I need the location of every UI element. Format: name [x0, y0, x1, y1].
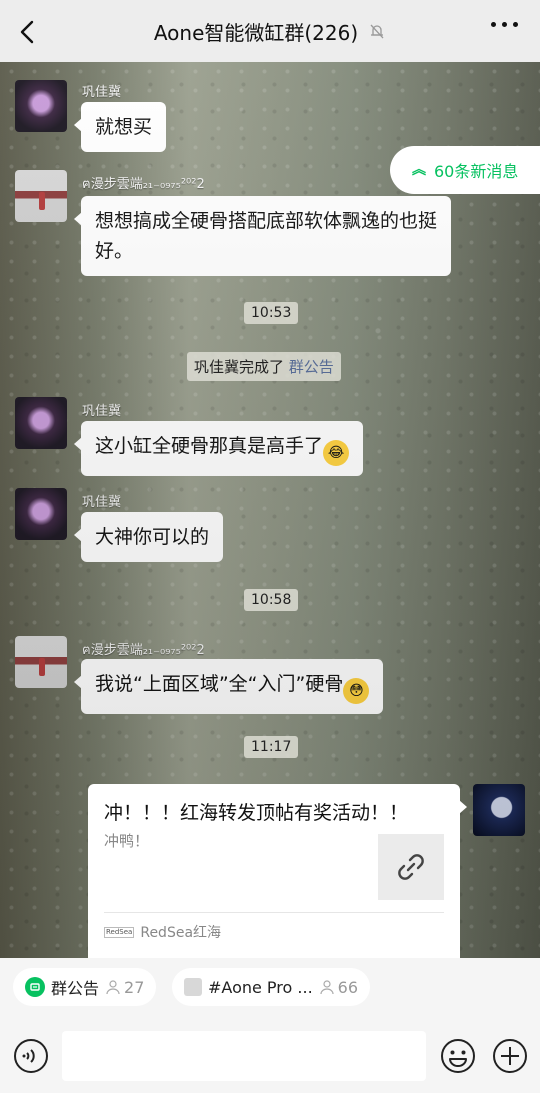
- group-notice-link[interactable]: 群公告: [289, 358, 334, 376]
- tag-bar: 群公告 27 #Aone Pro ... 66: [0, 958, 540, 1020]
- chat-area[interactable]: ︽ 60条新消息 巩佳冀 就想买 ฅ漫步雲端₂₁₋₀₉₇₅²⁰²2 想想搞成全硬…: [0, 62, 540, 958]
- avatar[interactable]: [15, 170, 67, 222]
- timestamp: 11:17: [244, 736, 299, 758]
- message-text: 我说“上面区域”全“入门”硬骨: [95, 673, 344, 695]
- card-divider: [104, 912, 444, 913]
- topic-thumbnail: [184, 978, 202, 996]
- chip-count: 66: [319, 978, 358, 997]
- avatar[interactable]: [15, 397, 67, 449]
- voice-icon[interactable]: [13, 1038, 49, 1074]
- chip-count-value: 27: [124, 977, 145, 997]
- person-icon: [320, 980, 334, 995]
- message-bubble[interactable]: 想想搞成全硬骨搭配底部软体飘逸的也挺好。: [74, 196, 451, 276]
- title-wrap: Aone智能微缸群(226): [154, 17, 386, 46]
- new-messages-label: 60条新消息: [434, 162, 519, 181]
- timestamp: 10:53: [244, 302, 299, 324]
- blush-emoji-icon: 😳: [343, 678, 370, 704]
- timestamp: 10:58: [244, 589, 299, 611]
- more-dots-icon[interactable]: [491, 22, 518, 27]
- card-thumbnail: [378, 834, 444, 900]
- sender-name: ฅ漫步雲端₂₁₋₀₉₇₅²⁰²2: [82, 643, 205, 658]
- message-bubble[interactable]: 大神你可以的: [73, 512, 224, 562]
- source-name: RedSea红海: [140, 925, 222, 941]
- sender-name: 巩佳冀: [82, 404, 122, 419]
- input-bar: [0, 1020, 540, 1093]
- emoji-icon[interactable]: [440, 1038, 476, 1074]
- chevron-left-icon[interactable]: [14, 18, 42, 46]
- avatar[interactable]: [15, 80, 67, 132]
- card-title: 冲！！！红海转发顶帖有奖活动！！: [104, 802, 409, 824]
- bell-off-icon: [370, 24, 384, 39]
- source-logo: RedSea: [104, 926, 135, 938]
- chip-count-value: 66: [337, 977, 359, 997]
- link-icon: [398, 854, 424, 880]
- chip-topic[interactable]: #Aone Pro ... 66: [172, 968, 371, 1006]
- sender-name: 巩佳冀: [82, 85, 122, 100]
- system-notice: 巩佳冀完成了 群公告: [187, 352, 341, 381]
- own-avatar[interactable]: [473, 784, 525, 836]
- chip-group-notice[interactable]: 群公告 27: [13, 968, 157, 1006]
- chip-count: 27: [105, 978, 144, 997]
- link-card[interactable]: 冲！！！红海转发顶帖有奖活动！！ 冲鸭！ RedSea RedSea红海: [88, 784, 467, 958]
- notice-icon: [25, 977, 45, 997]
- avatar[interactable]: [15, 636, 67, 688]
- card-source: RedSea RedSea红海: [104, 922, 221, 942]
- message-bubble[interactable]: 这小缸全硬骨那真是高手了 😂: [73, 421, 364, 476]
- chat-title[interactable]: Aone智能微缸群(226): [154, 17, 358, 46]
- chat-header: Aone智能微缸群(226): [0, 0, 540, 62]
- person-icon: [106, 980, 120, 995]
- double-chevron-up-icon: ︽: [412, 162, 426, 178]
- message-text: 这小缸全硬骨那真是高手了: [95, 435, 324, 457]
- message-bubble[interactable]: 我说“上面区域”全“入门”硬骨 😳: [73, 659, 384, 714]
- avatar[interactable]: [15, 488, 67, 540]
- sender-name: 巩佳冀: [82, 495, 122, 510]
- system-notice-text: 巩佳冀完成了: [194, 358, 285, 376]
- chip-label: #Aone Pro ...: [208, 977, 313, 997]
- laugh-emoji-icon: 😂: [323, 440, 350, 466]
- sender-name: ฅ漫步雲端₂₁₋₀₉₇₅²⁰²2: [82, 177, 205, 192]
- card-description: 冲鸭！: [104, 832, 150, 850]
- message-bubble[interactable]: 就想买: [73, 102, 167, 152]
- message-input[interactable]: [62, 1031, 426, 1081]
- new-messages-button[interactable]: ︽ 60条新消息: [390, 146, 540, 194]
- plus-circle-icon[interactable]: [492, 1038, 528, 1074]
- chip-label: 群公告: [51, 979, 100, 998]
